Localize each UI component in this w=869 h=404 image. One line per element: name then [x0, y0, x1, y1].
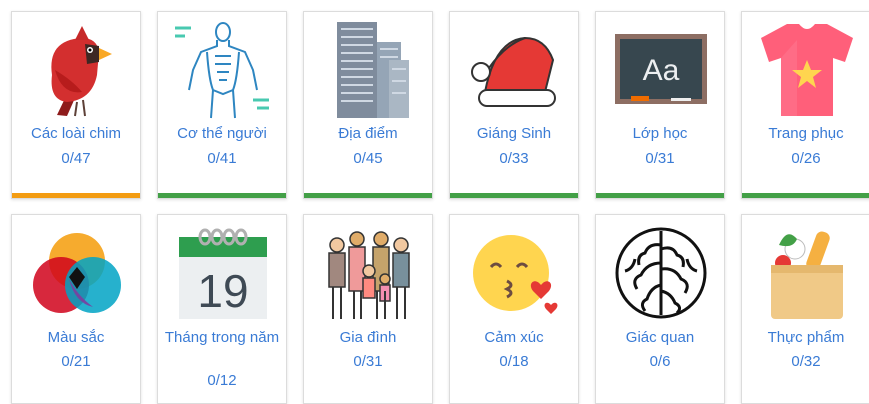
card-title: Giác quan: [625, 329, 695, 346]
category-card-clothing[interactable]: Trang phục 0/26: [741, 11, 869, 199]
calendar-day: 19: [197, 265, 248, 317]
card-progress: 0/12: [207, 372, 237, 389]
progress-bar: [158, 193, 286, 198]
skyscraper-icon: [337, 22, 409, 118]
category-card-months[interactable]: 19 Tháng trong năm 0/12: [157, 214, 287, 404]
kiss-emoji-icon: [473, 235, 558, 314]
category-card-places[interactable]: Địa điểm 0/45: [303, 11, 433, 199]
category-card-colors[interactable]: Màu sắc 0/21: [11, 214, 141, 404]
card-title: Cảm xúc: [484, 329, 544, 346]
progress-bar: [12, 193, 140, 198]
human-body-icon: [175, 22, 269, 119]
card-title: Thực phẩm: [767, 329, 845, 346]
card-title: Tháng trong năm: [164, 329, 280, 346]
category-grid: Các loài chim 0/47 Cơ thể người 0/41 Địa…: [0, 0, 869, 404]
card-progress: 0/6: [649, 353, 671, 370]
card-title: Màu sắc: [47, 329, 105, 346]
grocery-bag-icon: [771, 231, 843, 319]
card-progress: 0/47: [61, 150, 91, 167]
progress-bar: [304, 193, 432, 198]
card-progress: 0/18: [499, 353, 529, 370]
progress-bar: [596, 193, 724, 198]
card-title: Cơ thể người: [177, 125, 267, 142]
chalkboard-icon: Aa: [615, 34, 707, 104]
card-title: Trang phục: [768, 125, 844, 142]
category-card-food[interactable]: Thực phẩm 0/32: [741, 214, 869, 404]
category-card-body[interactable]: Cơ thể người 0/41: [157, 11, 287, 199]
category-card-family[interactable]: Gia đình 0/31: [303, 214, 433, 404]
color-circles-icon: [33, 233, 121, 313]
svg-text:Aa: Aa: [643, 54, 680, 87]
card-title: Các loài chim: [30, 125, 122, 142]
card-progress: 0/33: [499, 150, 529, 167]
progress-bar: [742, 193, 869, 198]
card-progress: 0/45: [353, 150, 383, 167]
card-title: Gia đình: [339, 329, 397, 346]
card-progress: 0/31: [645, 150, 675, 167]
calendar-icon: 19: [179, 228, 267, 319]
card-progress: 0/21: [61, 353, 91, 370]
category-card-emotions[interactable]: Cảm xúc 0/18: [449, 214, 579, 404]
cardinal-bird-icon: [51, 26, 112, 117]
card-title: Lớp học: [632, 125, 688, 142]
tshirt-icon: [761, 24, 853, 116]
card-progress: 0/31: [353, 353, 383, 370]
category-card-christmas[interactable]: Giáng Sinh 0/33: [449, 11, 579, 199]
category-card-classroom[interactable]: Aa Lớp học 0/31: [595, 11, 725, 199]
card-progress: 0/26: [791, 150, 821, 167]
brain-icon: [615, 227, 707, 319]
category-card-birds[interactable]: Các loài chim 0/47: [11, 11, 141, 199]
santa-hat-icon: [471, 36, 556, 107]
family-icon: [328, 231, 410, 319]
progress-bar: [450, 193, 578, 198]
card-title: Giáng Sinh: [476, 125, 552, 142]
card-progress: 0/32: [791, 353, 821, 370]
card-title: Địa điểm: [338, 125, 398, 142]
category-card-senses[interactable]: Giác quan 0/6: [595, 214, 725, 404]
card-progress: 0/41: [207, 150, 237, 167]
